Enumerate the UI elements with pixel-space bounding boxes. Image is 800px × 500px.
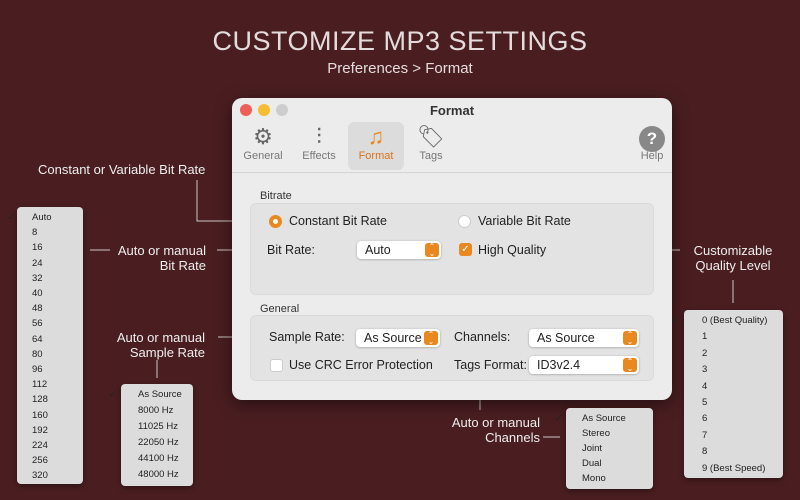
crc-checkbox[interactable]	[270, 359, 283, 372]
gear-icon: ⚙	[253, 124, 273, 149]
variable-bitrate-radio[interactable]	[458, 215, 471, 228]
constant-bitrate-radio[interactable]	[269, 215, 282, 228]
tag-icon: 🏷	[417, 124, 445, 149]
menu-item[interactable]: 320	[32, 470, 48, 481]
channels-label: Channels:	[454, 330, 511, 344]
menu-item[interactable]: 9 (Best Speed)	[702, 463, 765, 474]
tab-format[interactable]: ♫ Format	[348, 122, 404, 170]
menu-item[interactable]: 80	[32, 349, 43, 360]
constant-bitrate-label: Constant Bit Rate	[289, 214, 387, 228]
menu-item[interactable]: 32	[32, 273, 43, 284]
high-quality-checkbox[interactable]: ✓	[459, 243, 472, 256]
menu-item[interactable]: As Source	[138, 389, 182, 400]
help-icon: ?	[624, 122, 680, 152]
bitrate-menu: ✓ Auto 8 16 24 32 40 48 56 64 80 96 112 128 160 192 224 2…	[7, 207, 83, 484]
menu-item[interactable]: 96	[32, 364, 43, 375]
tab-general[interactable]: ⚙ General	[235, 122, 291, 170]
checkmark-icon: ✓	[671, 315, 679, 326]
channels-menu: ✓ As Source Stereo Joint Dual Mono	[555, 408, 653, 489]
menu-item[interactable]: 56	[32, 318, 43, 329]
menu-item[interactable]: 24	[32, 258, 43, 269]
menu-item[interactable]: Joint	[582, 443, 602, 454]
menu-item[interactable]: 40	[32, 288, 43, 299]
menu-item[interactable]: 6	[702, 413, 707, 424]
window-title: Format	[429, 103, 475, 118]
menu-item[interactable]: 11025 Hz	[138, 421, 178, 432]
menu-item[interactable]: 8	[32, 227, 37, 238]
menu-item[interactable]: 2	[702, 348, 707, 359]
menu-item[interactable]: 44100 Hz	[138, 453, 179, 464]
annotation-quality: Customizable Quality Level	[693, 243, 773, 273]
preferences-window: Format ⚙ General ⫶ Effects ♫ Format 🏷 Tags ?…	[232, 98, 672, 400]
bitrate-popup[interactable]: Auto ⌃ ⌄	[357, 241, 441, 259]
checkmark-icon: ✓	[7, 212, 15, 223]
sample-rate-popup[interactable]: As Source ⌃ ⌄	[356, 329, 440, 347]
menu-item[interactable]: As Source	[582, 413, 626, 424]
menu-item[interactable]: Stereo	[582, 428, 610, 439]
menu-item[interactable]: 64	[32, 334, 43, 345]
menu-item[interactable]: 8000 Hz	[138, 405, 173, 416]
menu-item[interactable]: 128	[32, 394, 48, 405]
stepper-icon: ⌃ ⌄	[425, 243, 439, 258]
tags-format-label: Tags Format:	[454, 358, 527, 372]
menu-item[interactable]: Mono	[582, 473, 606, 484]
annotation-channels: Auto or manual Channels	[451, 415, 540, 445]
menu-item[interactable]: 48000 Hz	[138, 469, 179, 480]
menu-item[interactable]: 1	[702, 331, 707, 342]
menu-item[interactable]: 192	[32, 425, 48, 436]
high-quality-label: High Quality	[478, 243, 547, 257]
menu-item[interactable]: 0 (Best Quality)	[702, 315, 767, 326]
menu-item[interactable]: 48	[32, 303, 43, 314]
annotation-bitrate: Auto or manual Bit Rate	[117, 243, 206, 273]
tab-tags[interactable]: 🏷 Tags	[403, 122, 459, 170]
annotation-sample-rate: Auto or manual Sample Rate	[116, 330, 205, 360]
checkmark-icon: ✓	[109, 389, 117, 400]
menu-item[interactable]: Dual	[582, 458, 602, 469]
music-note-icon: ♫	[367, 124, 385, 149]
menu-item[interactable]: 3	[702, 364, 707, 375]
menu-item[interactable]: 7	[702, 430, 707, 441]
menu-item[interactable]: 16	[32, 242, 43, 253]
tab-label: Tags	[419, 150, 443, 162]
menu-item[interactable]: 256	[32, 455, 48, 466]
tags-format-popup[interactable]: ID3v2.4 ⌃ ⌄	[529, 356, 639, 374]
menu-item[interactable]: 22050 Hz	[138, 437, 179, 448]
bitrate-section-label: Bitrate	[260, 190, 292, 202]
general-section-label: General	[260, 303, 300, 315]
bitrate-label: Bit Rate:	[267, 243, 315, 257]
channels-popup[interactable]: As Source ⌃ ⌄	[529, 329, 639, 347]
menu-item[interactable]: 4	[702, 381, 707, 392]
variable-bitrate-label: Variable Bit Rate	[478, 214, 571, 228]
annotation-mode: Constant or Variable Bit Rate	[38, 162, 206, 177]
checkmark-icon: ✓	[555, 413, 563, 424]
tab-effects[interactable]: ⫶ Effects	[291, 122, 347, 170]
tab-label: Effects	[302, 150, 336, 162]
tab-label: Format	[358, 150, 394, 162]
stepper-icon: ⌃ ⌄	[623, 358, 637, 373]
sample-rate-menu: ✓ As Source 8000 Hz 11025 Hz 22050 Hz 44100 H…	[109, 384, 193, 486]
toolbar-divider	[232, 172, 672, 173]
tab-label: General	[243, 150, 283, 162]
menu-item[interactable]: 224	[32, 440, 48, 451]
menu-item[interactable]: 8	[702, 446, 707, 457]
menu-item[interactable]: 112	[32, 379, 47, 390]
sample-rate-label: Sample Rate:	[269, 330, 345, 344]
help-label: Help	[640, 150, 664, 162]
menu-item[interactable]: 5	[702, 397, 707, 408]
menu-item[interactable]: Auto	[32, 212, 52, 223]
stepper-icon: ⌃ ⌄	[424, 331, 438, 346]
sliders-icon: ⫶	[316, 124, 322, 149]
crc-label: Use CRC Error Protection	[289, 358, 433, 372]
help-button[interactable]: ? Help	[624, 122, 680, 170]
menu-item[interactable]: 160	[32, 410, 48, 421]
quality-menu: ✓ 0 (Best Quality) 1 2 3 4 5 6 7 8 9 (Best Speed)	[671, 310, 783, 478]
stepper-icon: ⌃ ⌄	[623, 331, 637, 346]
